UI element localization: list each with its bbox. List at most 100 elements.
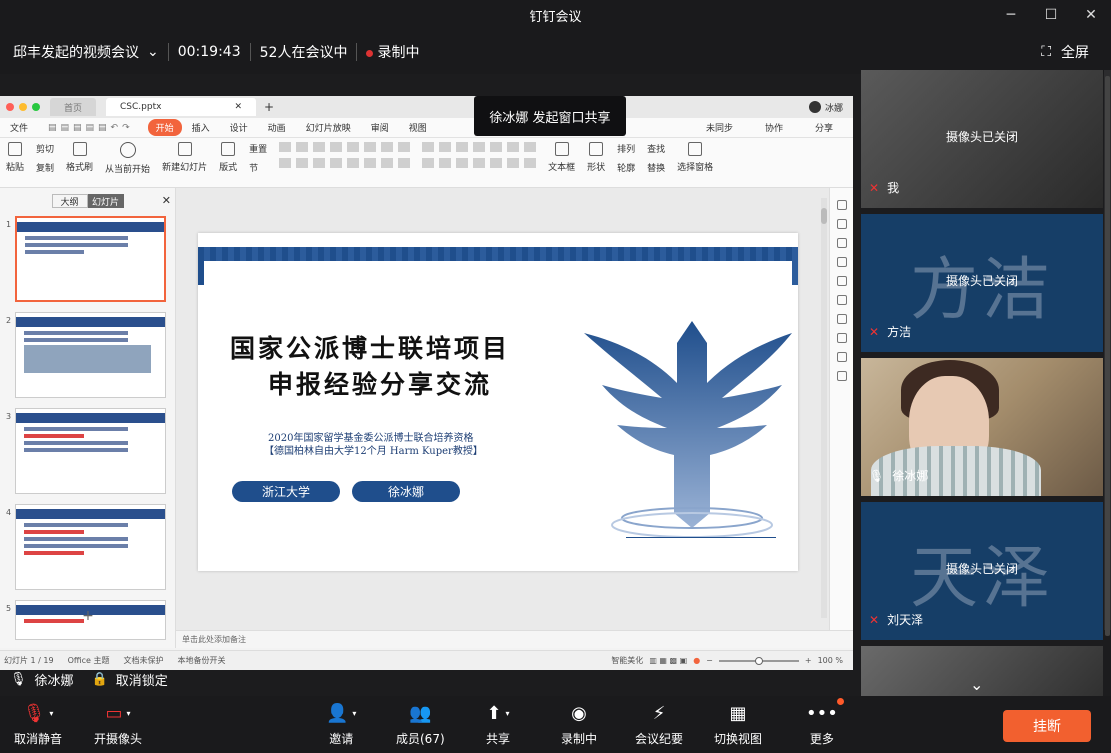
zoom-out-icon[interactable]: − [706, 656, 713, 665]
mute-button[interactable]: 🎙 ▾ 取消静音 [14, 702, 62, 747]
record-button[interactable]: ◉ 录制中 [561, 702, 597, 747]
notes-area[interactable]: 单击此处添加备注 [176, 630, 853, 648]
zoom-dot-icon[interactable] [32, 103, 40, 111]
arrange-button[interactable]: 排列 [617, 142, 635, 155]
window-title: 钉钉会议 [529, 9, 582, 25]
zoom-controls: 智能美化 ▥ ▦ ▩ ▣ ● − + 100 % [611, 655, 853, 666]
selection-pane-button[interactable]: 选择窗格 [677, 142, 713, 173]
camera-button[interactable]: ▭ ▾ 开摄像头 [94, 702, 142, 747]
view-mode-icons[interactable]: ▥ ▦ ▩ ▣ [649, 656, 687, 665]
layout-button[interactable]: 版式 [219, 142, 237, 173]
participant-tile[interactable]: 方洁 摄像头已关闭 ✕ 方洁 [861, 214, 1103, 352]
recording-indicator: 录制中 [366, 42, 419, 62]
backup-toggle[interactable]: 本地备份开关 [178, 655, 226, 666]
sync-status[interactable]: 未同步 [696, 121, 743, 134]
thumb-image [24, 345, 151, 373]
section-button[interactable]: 节 [249, 161, 267, 174]
menu-item-slideshow[interactable]: 幻灯片放映 [296, 121, 361, 134]
outline-button[interactable]: 轮廓 [617, 161, 635, 174]
hangup-button[interactable]: 挂断 [1003, 710, 1091, 742]
tool-icon[interactable] [836, 352, 847, 362]
menu-item-animation[interactable]: 动画 [258, 121, 296, 134]
replace-button[interactable]: 替换 [647, 161, 665, 174]
minimize-icon[interactable]: ─ [991, 0, 1031, 30]
recording-dot-icon [366, 50, 374, 57]
play-icon[interactable]: ● [693, 656, 700, 665]
slide-thumbnail[interactable]: 3 [0, 408, 175, 504]
unlock-button[interactable]: 取消锁定 [116, 670, 168, 689]
participant-tile[interactable]: 天泽 摄像头已关闭 ✕ 刘天泽 [861, 502, 1103, 640]
camera-off-text: 摄像头已关闭 [945, 274, 1018, 288]
close-dot-icon[interactable] [6, 103, 14, 111]
share-button[interactable]: 分享 [805, 121, 843, 134]
zoom-in-icon[interactable]: + [805, 656, 812, 665]
switch-view-button[interactable]: ▦ 切换视图 [714, 702, 762, 747]
play-from-current-label: 从当前开始 [105, 165, 151, 175]
meeting-title-dropdown[interactable]: 邱丰发起的视频会议 ⌄ [13, 42, 159, 62]
menu-item-view[interactable]: 视图 [399, 121, 437, 134]
menu-item-review[interactable]: 审阅 [361, 121, 399, 134]
font-style-row[interactable] [279, 158, 411, 168]
cut-button[interactable]: 剪切 [36, 142, 54, 155]
close-icon[interactable]: ✕ [234, 102, 242, 112]
minutes-button[interactable]: ⚡ 会议纪要 [635, 702, 683, 747]
menu-item-file[interactable]: 文件 [0, 121, 38, 134]
reset-button[interactable]: 重置 [249, 142, 267, 155]
more-button[interactable]: ••• 更多 [806, 698, 844, 747]
play-from-current-button[interactable]: 从当前开始 [105, 142, 150, 175]
minimize-dot-icon[interactable] [19, 103, 27, 111]
find-button[interactable]: 查找 [647, 142, 665, 155]
canvas-scrollbar[interactable] [821, 198, 827, 618]
zoom-slider[interactable] [718, 656, 799, 665]
shape-button[interactable]: 形状 [587, 142, 605, 173]
tool-icon[interactable] [836, 314, 847, 324]
participant-tile[interactable]: 🎙 徐冰娜 [861, 358, 1103, 496]
doc-protect-status[interactable]: 文档未保护 [124, 655, 164, 666]
zoom-slider-knob[interactable] [754, 656, 763, 665]
font-controls-row[interactable] [279, 142, 411, 152]
paste-button[interactable]: 粘贴 [6, 142, 24, 173]
tool-icon[interactable] [836, 333, 847, 343]
maximize-icon[interactable]: ☐ [1031, 0, 1071, 30]
slide-thumbnail[interactable]: 2 [0, 312, 175, 408]
menu-item-insert[interactable]: 插入 [182, 121, 220, 134]
close-icon[interactable]: ✕ [162, 194, 171, 207]
members-button[interactable]: 👥 成员(67) [396, 702, 445, 747]
tool-icon[interactable] [836, 295, 847, 305]
chevron-down-icon[interactable]: ⌄ [970, 675, 983, 694]
wps-user[interactable]: 冰娜 [808, 101, 843, 114]
lock-icon[interactable]: 🔒 [92, 672, 108, 687]
add-slide-icon[interactable]: + [0, 608, 176, 624]
close-icon[interactable]: ✕ [1071, 0, 1111, 30]
share-button[interactable]: ⬆ ▾ 共享 [486, 702, 510, 747]
tool-icon[interactable] [836, 200, 847, 210]
tab-file[interactable]: CSC.pptx ✕ [106, 98, 257, 116]
tool-icon[interactable] [836, 276, 847, 286]
copy-button[interactable]: 复制 [36, 161, 54, 174]
invite-button[interactable]: 👤 ▾ 邀请 [326, 702, 356, 747]
tool-icon[interactable] [836, 371, 847, 381]
menu-item-start[interactable]: 开始 [147, 119, 182, 136]
textbox-button[interactable]: 文本框 [548, 142, 575, 173]
fullscreen-button[interactable]: ⛶ 全屏 [1041, 30, 1089, 74]
collab-button[interactable]: 协作 [755, 121, 793, 134]
tab-slides[interactable]: 幻灯片 [87, 194, 124, 208]
menu-item-design[interactable]: 设计 [220, 121, 258, 134]
tool-icon[interactable] [836, 238, 847, 248]
new-slide-button[interactable]: 新建幻灯片 [162, 142, 207, 173]
add-tab-icon[interactable]: + [264, 100, 274, 114]
slide-thumbnail[interactable]: 1 [0, 216, 175, 312]
slide-thumbnail[interactable]: 4 [0, 504, 175, 600]
align-row[interactable] [422, 158, 537, 168]
quick-access-icons[interactable]: ▤▤▤▤▤↶↷ [38, 123, 144, 133]
beautify-button[interactable]: 智能美化 [611, 655, 643, 666]
tab-home[interactable]: 首页 [50, 98, 97, 116]
tool-icon[interactable] [836, 257, 847, 267]
participant-tile[interactable]: 摄像头已关闭 ✕ 我 [861, 70, 1103, 208]
tool-icon[interactable] [836, 219, 847, 229]
tab-outline[interactable]: 大纲 [51, 194, 88, 208]
format-painter-button[interactable]: 格式刷 [66, 142, 93, 173]
gallery-scrollbar[interactable] [1104, 70, 1111, 636]
current-slide[interactable]: 国家公派博士联培项目 申报经验分享交流 2020年国家留学基金委公派博士联合培养… [198, 233, 798, 571]
paragraph-row[interactable] [422, 142, 537, 152]
